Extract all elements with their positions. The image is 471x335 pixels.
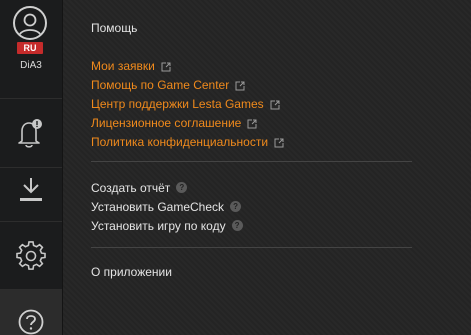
action-label[interactable]: Создать отчёт [91, 181, 170, 195]
divider [91, 247, 412, 248]
link-label[interactable]: Лицензионное соглашение [91, 116, 241, 130]
external-link-icon [247, 116, 257, 128]
help-menu-title: Помощь [91, 21, 138, 35]
help-actions: Создать отчёт ? Установить GameCheck ? У… [91, 178, 243, 235]
help-links: Мои заявки Помощь по Game Center Центр п… [91, 56, 284, 151]
link-license-agreement[interactable]: Лицензионное соглашение [91, 113, 284, 132]
link-label[interactable]: Политика конфиденциальности [91, 135, 268, 149]
gear-icon [16, 240, 46, 271]
install-gamecheck-item[interactable]: Установить GameCheck ? [91, 197, 243, 216]
link-label[interactable]: Мои заявки [91, 59, 155, 73]
profile-section[interactable]: RU DiA3 [0, 0, 62, 99]
link-privacy-policy[interactable]: Политика конфиденциальности [91, 132, 284, 151]
link-label[interactable]: Помощь по Game Center [91, 78, 229, 92]
question-icon[interactable]: ? [176, 182, 188, 193]
create-report-item[interactable]: Создать отчёт ? [91, 178, 243, 197]
bell-icon [16, 117, 46, 149]
app-window: RU DiA3 Помощь Мои заявки Помощь по Game… [0, 0, 471, 335]
link-game-center-help[interactable]: Помощь по Game Center [91, 75, 284, 94]
external-link-icon [274, 135, 284, 147]
download-icon [18, 175, 44, 205]
action-label[interactable]: Установить GameCheck [91, 200, 224, 214]
help-button[interactable] [0, 290, 62, 335]
language-badge[interactable]: RU [17, 42, 43, 54]
divider [91, 161, 412, 162]
install-game-by-code-item[interactable]: Установить игру по коду ? [91, 216, 243, 235]
about-app-item[interactable]: О приложении [91, 265, 172, 279]
external-link-icon [270, 97, 280, 109]
help-icon [17, 308, 45, 335]
link-label[interactable]: Центр поддержки Lesta Games [91, 97, 264, 111]
action-label[interactable]: Установить игру по коду [91, 219, 226, 233]
settings-button[interactable] [0, 222, 62, 290]
external-link-icon [235, 78, 245, 90]
link-support-center[interactable]: Центр поддержки Lesta Games [91, 94, 284, 113]
sidebar: RU DiA3 [0, 0, 63, 335]
question-icon[interactable]: ? [230, 201, 242, 212]
link-my-requests[interactable]: Мои заявки [91, 56, 284, 75]
user-icon[interactable] [13, 6, 47, 40]
question-icon[interactable]: ? [231, 220, 243, 231]
external-link-icon [161, 59, 171, 71]
help-menu-panel: Помощь Мои заявки Помощь по Game Center … [63, 0, 471, 335]
username[interactable]: DiA3 [0, 60, 62, 71]
downloads-button[interactable] [0, 158, 62, 222]
